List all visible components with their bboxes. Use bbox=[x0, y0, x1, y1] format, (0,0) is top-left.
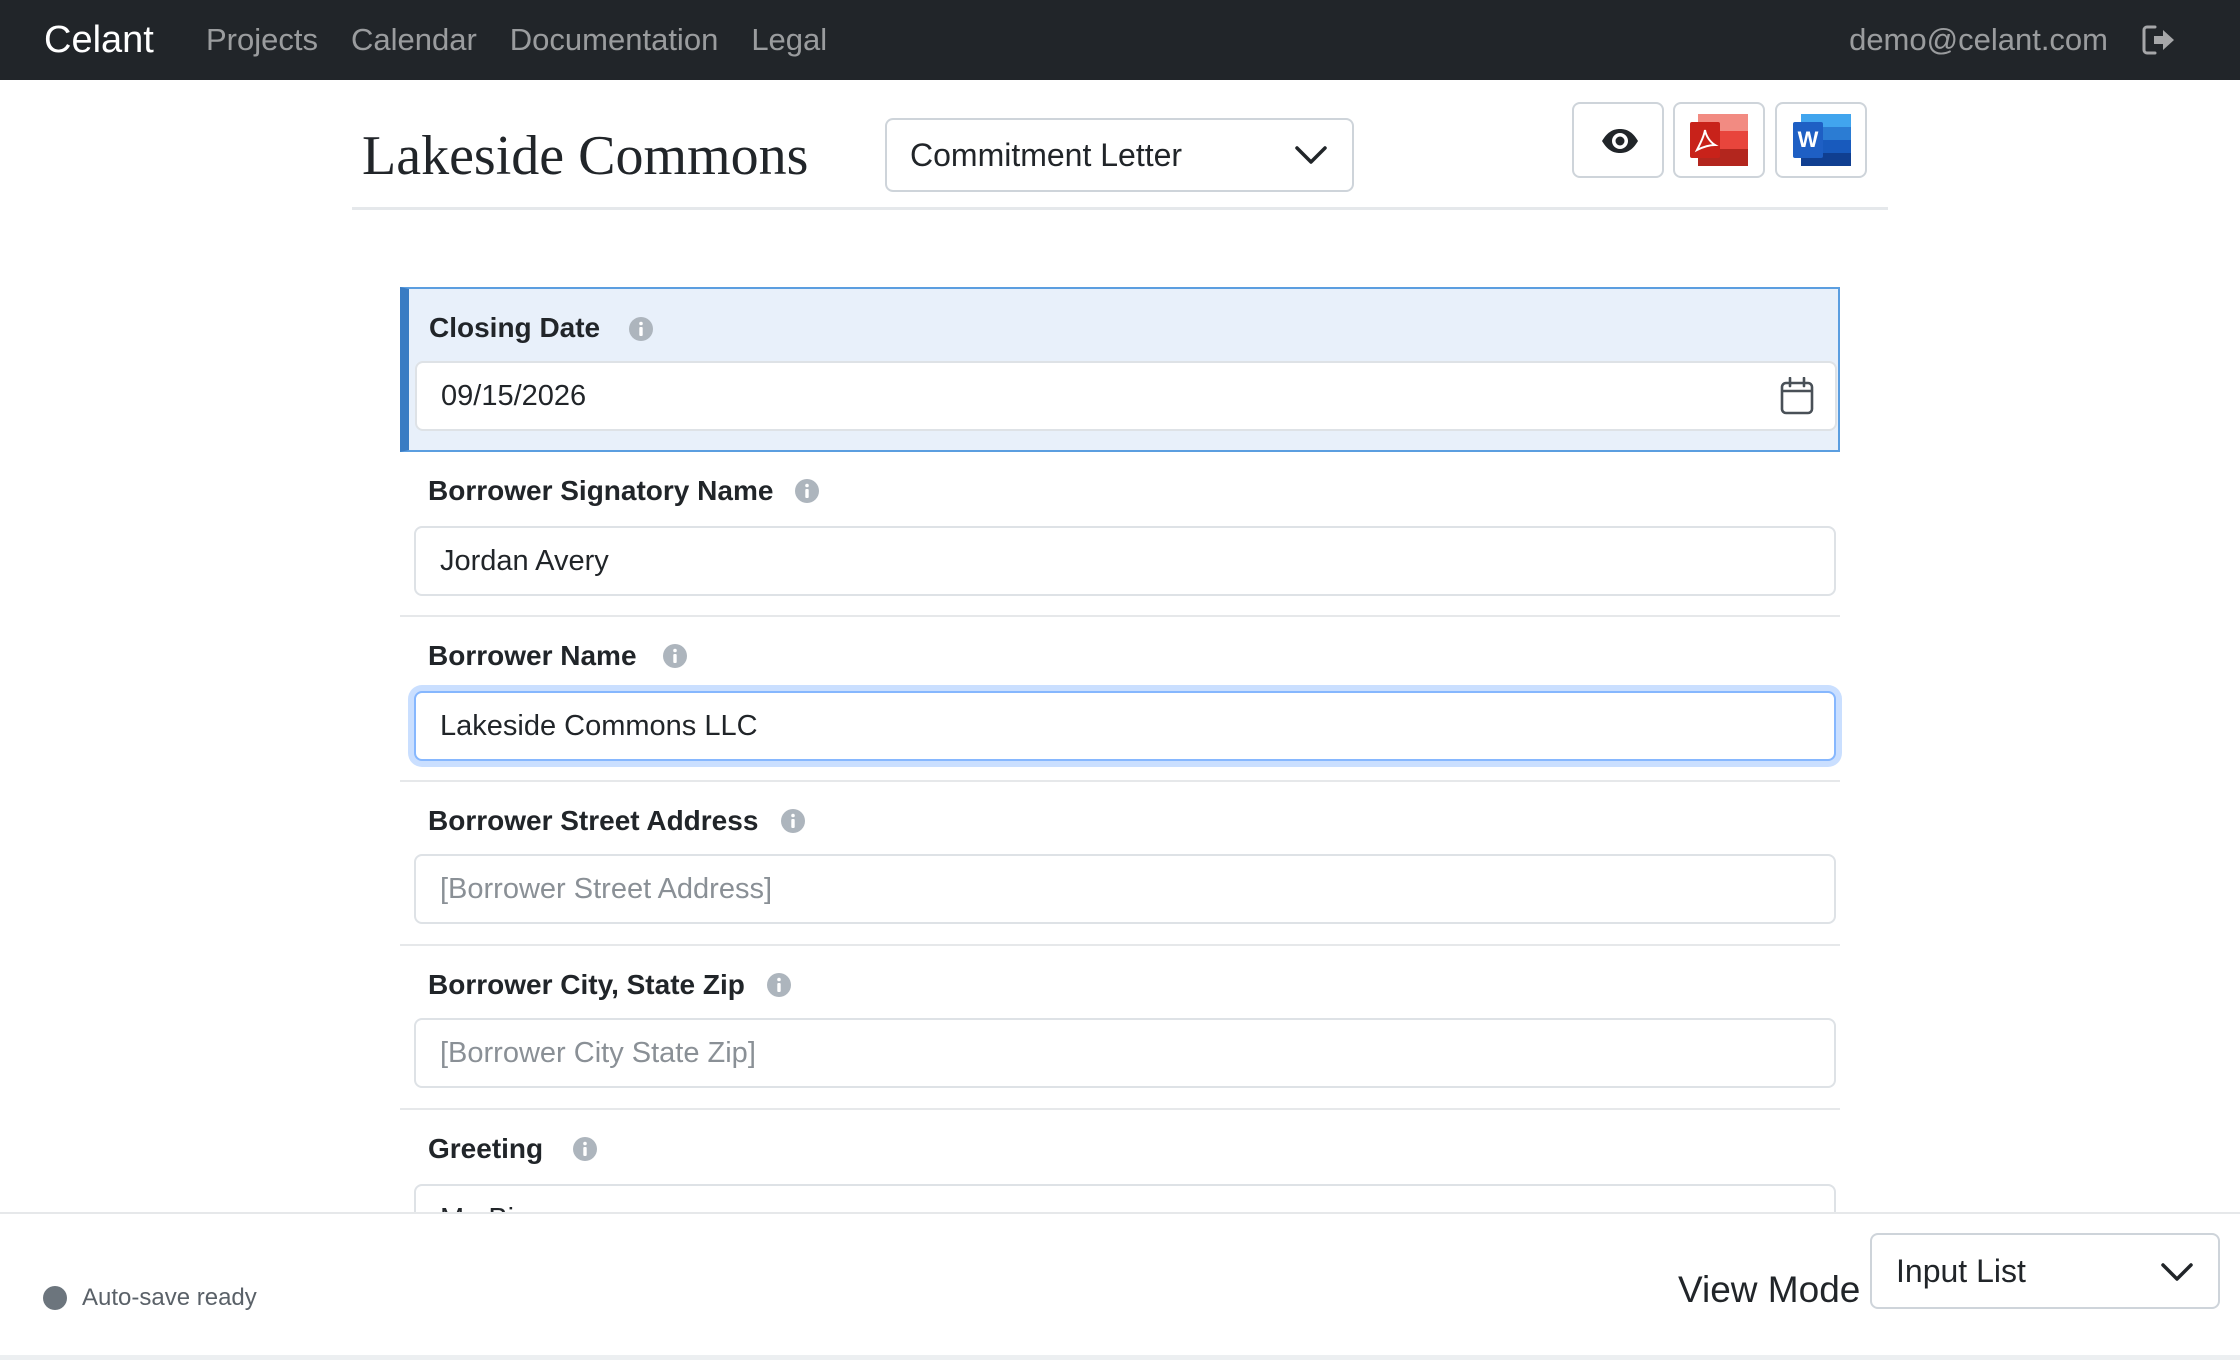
info-icon[interactable] bbox=[662, 643, 688, 669]
nav-link-calendar[interactable]: Calendar bbox=[351, 0, 477, 80]
field-borrower-signatory-name: Borrower Signatory Name bbox=[400, 452, 1840, 617]
svg-text:W: W bbox=[1798, 127, 1819, 152]
preview-button[interactable] bbox=[1572, 102, 1664, 178]
header-divider bbox=[352, 207, 1888, 210]
borrower-signatory-name-input[interactable] bbox=[414, 526, 1836, 596]
borrower-name-input[interactable] bbox=[414, 691, 1836, 761]
info-icon[interactable] bbox=[794, 478, 820, 504]
eye-icon bbox=[1602, 129, 1638, 153]
page-title: Lakeside Commons bbox=[362, 125, 809, 187]
field-label: Borrower City, State Zip bbox=[428, 969, 745, 1000]
field-borrower-street-address: Borrower Street Address bbox=[400, 782, 1840, 946]
field-label: Borrower Name bbox=[428, 640, 637, 671]
autosave-status: Auto-save ready bbox=[82, 1284, 257, 1311]
info-icon[interactable] bbox=[572, 1136, 598, 1162]
footer-bar: Auto-save ready View Mode Input List bbox=[0, 1212, 2240, 1360]
view-mode-label: View Mode bbox=[1678, 1269, 1861, 1310]
view-mode-value: Input List bbox=[1896, 1253, 2026, 1289]
field-greeting: Greeting bbox=[400, 1110, 1840, 1254]
user-email: demo@celant.com bbox=[1849, 22, 2108, 57]
field-closing-date[interactable]: Closing Date bbox=[400, 287, 1840, 452]
chevron-down-icon bbox=[2161, 1263, 2193, 1281]
field-borrower-city-state-zip: Borrower City, State Zip bbox=[400, 946, 1840, 1110]
top-navbar: Celant Projects Calendar Documentation L… bbox=[0, 0, 2240, 80]
closing-date-input[interactable] bbox=[415, 361, 1837, 431]
word-icon: W bbox=[1793, 114, 1851, 166]
field-borrower-name: Borrower Name bbox=[400, 617, 1840, 782]
field-label: Borrower Street Address bbox=[428, 805, 759, 836]
view-mode-select[interactable]: Input List bbox=[1870, 1233, 2220, 1309]
logout-icon[interactable] bbox=[2142, 24, 2176, 56]
nav-links: Projects Calendar Documentation Legal bbox=[206, 0, 860, 80]
export-word-button[interactable]: W bbox=[1775, 102, 1867, 178]
borrower-city-state-zip-input[interactable] bbox=[414, 1018, 1836, 1088]
info-icon[interactable] bbox=[766, 972, 792, 998]
field-label: Closing Date bbox=[429, 312, 601, 343]
nav-link-documentation[interactable]: Documentation bbox=[510, 0, 719, 80]
nav-link-projects[interactable]: Projects bbox=[206, 0, 318, 80]
info-icon[interactable] bbox=[780, 808, 806, 834]
footer-bottom-divider bbox=[0, 1355, 2240, 1360]
field-label: Greeting bbox=[428, 1133, 544, 1164]
pdf-icon bbox=[1690, 114, 1748, 166]
nav-link-legal[interactable]: Legal bbox=[751, 0, 827, 80]
borrower-street-address-input[interactable] bbox=[414, 854, 1836, 924]
document-type-select[interactable]: Commitment Letter bbox=[885, 118, 1354, 192]
calendar-icon[interactable] bbox=[1780, 377, 1814, 415]
chevron-down-icon bbox=[1295, 146, 1327, 164]
export-pdf-button[interactable] bbox=[1673, 102, 1765, 178]
brand-logo[interactable]: Celant bbox=[44, 0, 154, 80]
field-label: Borrower Signatory Name bbox=[428, 475, 774, 506]
document-type-value: Commitment Letter bbox=[910, 137, 1183, 173]
info-icon[interactable] bbox=[628, 316, 654, 342]
status-indicator-dot bbox=[43, 1286, 67, 1310]
